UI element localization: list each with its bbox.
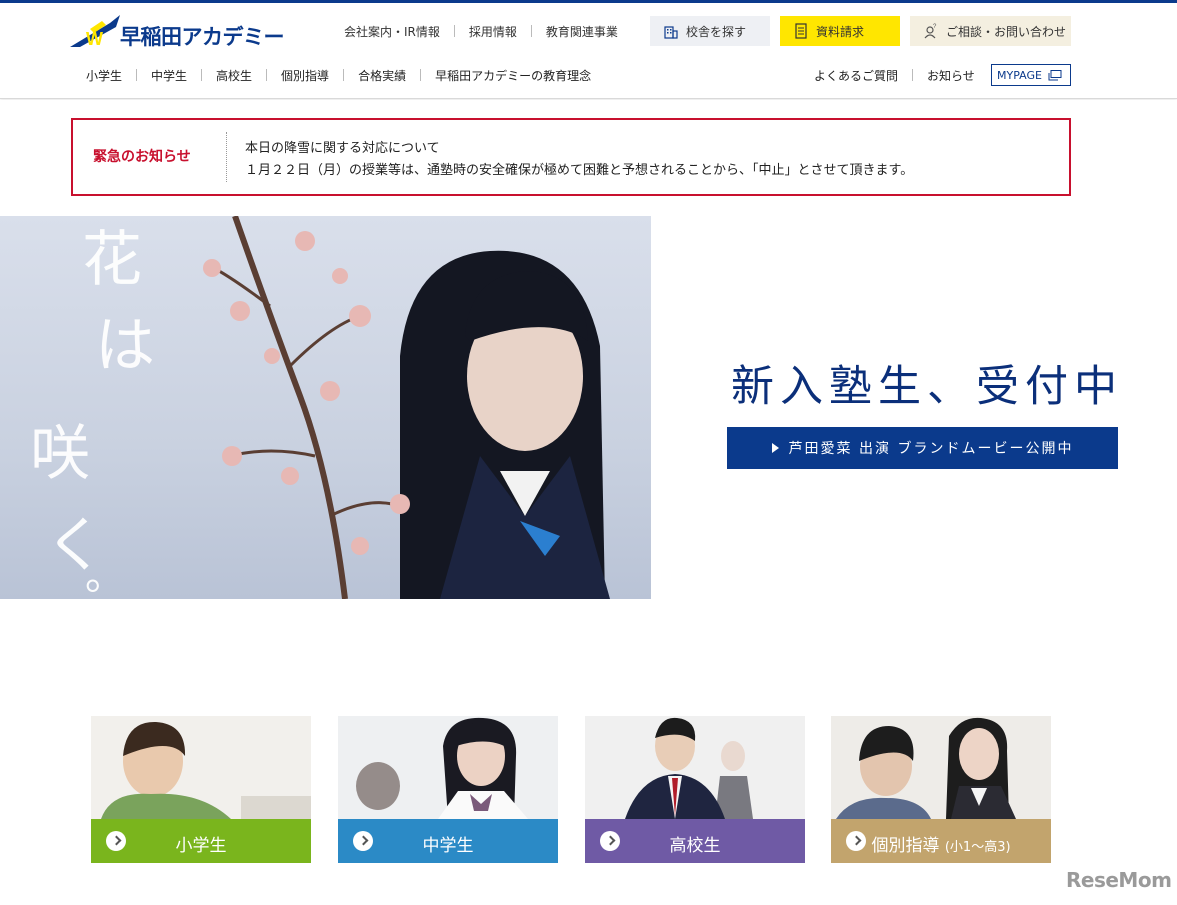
svg-text:W: W bbox=[86, 29, 103, 49]
nav-news[interactable]: お知らせ bbox=[927, 67, 975, 84]
emergency-notice-body: １月２２日（月）の授業等は、通塾時の安全確保が極めて困難と予想されることから、「… bbox=[245, 163, 914, 178]
boy-photo bbox=[91, 716, 311, 819]
calligraphy-char: 咲 bbox=[30, 419, 90, 489]
divider bbox=[343, 69, 345, 81]
svg-text:?: ? bbox=[933, 24, 937, 30]
card-label-sub: (小1〜高3) bbox=[944, 840, 1011, 855]
card-bar: 個別指導 (小1〜高3) bbox=[831, 819, 1051, 863]
card-junior-high[interactable]: 中学生 bbox=[338, 716, 558, 863]
mypage-button[interactable]: MYPAGE bbox=[991, 64, 1071, 86]
mypage-label: MYPAGE bbox=[997, 68, 1042, 82]
logo-mark-icon: W bbox=[70, 15, 120, 49]
util-link-education[interactable]: 教育関連事業 bbox=[546, 23, 618, 40]
girl-photo bbox=[338, 716, 558, 819]
tutoring-photo bbox=[831, 716, 1051, 819]
card-photo bbox=[91, 716, 311, 819]
card-label: 中学生 bbox=[422, 836, 474, 856]
card-bar: 高校生 bbox=[585, 819, 805, 863]
calligraphy-char: は bbox=[95, 311, 155, 381]
divider bbox=[453, 25, 455, 37]
card-label-main: 個別指導 bbox=[871, 836, 940, 856]
calligraphy-char: 花 bbox=[82, 225, 142, 295]
emergency-notice-section: 緊急のお知らせ 本日の降雪に関する対応について １月２２日（月）の授業等は、通塾… bbox=[0, 100, 1177, 216]
emergency-notice-box: 緊急のお知らせ 本日の降雪に関する対応について １月２２日（月）の授業等は、通塾… bbox=[71, 118, 1071, 196]
divider bbox=[912, 69, 914, 81]
emergency-notice-label: 緊急のお知らせ bbox=[93, 149, 191, 165]
hero-image[interactable]: 花 は 咲 く 。 bbox=[0, 216, 651, 599]
brand-movie-button[interactable]: 芦田愛菜 出演 ブランドムービー公開中 bbox=[727, 427, 1118, 469]
card-individual[interactable]: 個別指導 (小1〜高3) bbox=[831, 716, 1051, 863]
request-materials-button[interactable]: 資料請求 bbox=[780, 16, 900, 46]
building-icon bbox=[664, 26, 678, 39]
util-link-company[interactable]: 会社案内・IR情報 bbox=[344, 23, 440, 40]
calligraphy-char: 。 bbox=[85, 553, 125, 599]
nav-individual[interactable]: 個別指導 bbox=[281, 67, 329, 84]
site-logo[interactable]: W 早稲田アカデミー bbox=[70, 15, 285, 51]
consult-contact-button[interactable]: ? ご相談・お問い合わせ bbox=[910, 16, 1071, 46]
nav-results[interactable]: 合格実績 bbox=[358, 67, 406, 84]
emergency-notice-title[interactable]: 本日の降雪に関する対応について bbox=[245, 137, 440, 156]
divider bbox=[420, 69, 422, 81]
logo-text: 早稲田アカデミー bbox=[120, 25, 285, 49]
external-window-icon bbox=[1048, 69, 1062, 80]
request-materials-label: 資料請求 bbox=[816, 24, 865, 39]
card-bar: 中学生 bbox=[338, 819, 558, 863]
find-school-label: 校舎を探す bbox=[686, 24, 747, 39]
nav-junior-high[interactable]: 中学生 bbox=[151, 67, 187, 84]
consult-contact-label: ご相談・お問い合わせ bbox=[946, 24, 1067, 39]
card-label: 高校生 bbox=[669, 836, 721, 856]
play-arrow-icon bbox=[771, 443, 779, 453]
nav-faq[interactable]: よくあるご質問 bbox=[814, 67, 898, 84]
nav-elementary[interactable]: 小学生 bbox=[86, 67, 122, 84]
card-elementary[interactable]: 小学生 bbox=[91, 716, 311, 863]
divider bbox=[136, 69, 138, 81]
site-header: W 早稲田アカデミー 会社案内・IR情報 採用情報 教育関連事業 校舎を探す 資… bbox=[0, 3, 1177, 99]
nav-high-school[interactable]: 高校生 bbox=[216, 67, 252, 84]
person-question-icon: ? bbox=[924, 24, 937, 39]
find-school-button[interactable]: 校舎を探す bbox=[650, 16, 770, 46]
utility-links: 会社案内・IR情報 採用情報 教育関連事業 bbox=[344, 21, 618, 41]
divider bbox=[226, 132, 227, 182]
hero-headline: 新入塾生、受付中 bbox=[731, 362, 1123, 412]
brand-movie-label: 芦田愛菜 出演 ブランドムービー公開中 bbox=[788, 441, 1074, 457]
card-photo bbox=[338, 716, 558, 819]
divider bbox=[266, 69, 268, 81]
main-nav: 小学生 中学生 高校生 個別指導 合格実績 早稲田アカデミーの教育理念 bbox=[86, 66, 591, 84]
divider bbox=[530, 25, 532, 37]
card-high-school[interactable]: 高校生 bbox=[585, 716, 805, 863]
sub-nav: よくあるご質問 お知らせ bbox=[814, 66, 975, 84]
card-label: 小学生 bbox=[175, 836, 227, 856]
card-bar: 小学生 bbox=[91, 819, 311, 863]
divider bbox=[201, 69, 203, 81]
card-label: 個別指導 (小1〜高3) bbox=[831, 831, 1051, 856]
util-link-recruit[interactable]: 採用情報 bbox=[469, 23, 517, 40]
resemom-watermark: ReseMom bbox=[1066, 868, 1172, 892]
nav-philosophy[interactable]: 早稲田アカデミーの教育理念 bbox=[435, 67, 591, 84]
card-photo bbox=[831, 716, 1051, 819]
card-photo bbox=[585, 716, 805, 819]
high-school-photo bbox=[585, 716, 805, 819]
document-icon bbox=[795, 23, 807, 39]
